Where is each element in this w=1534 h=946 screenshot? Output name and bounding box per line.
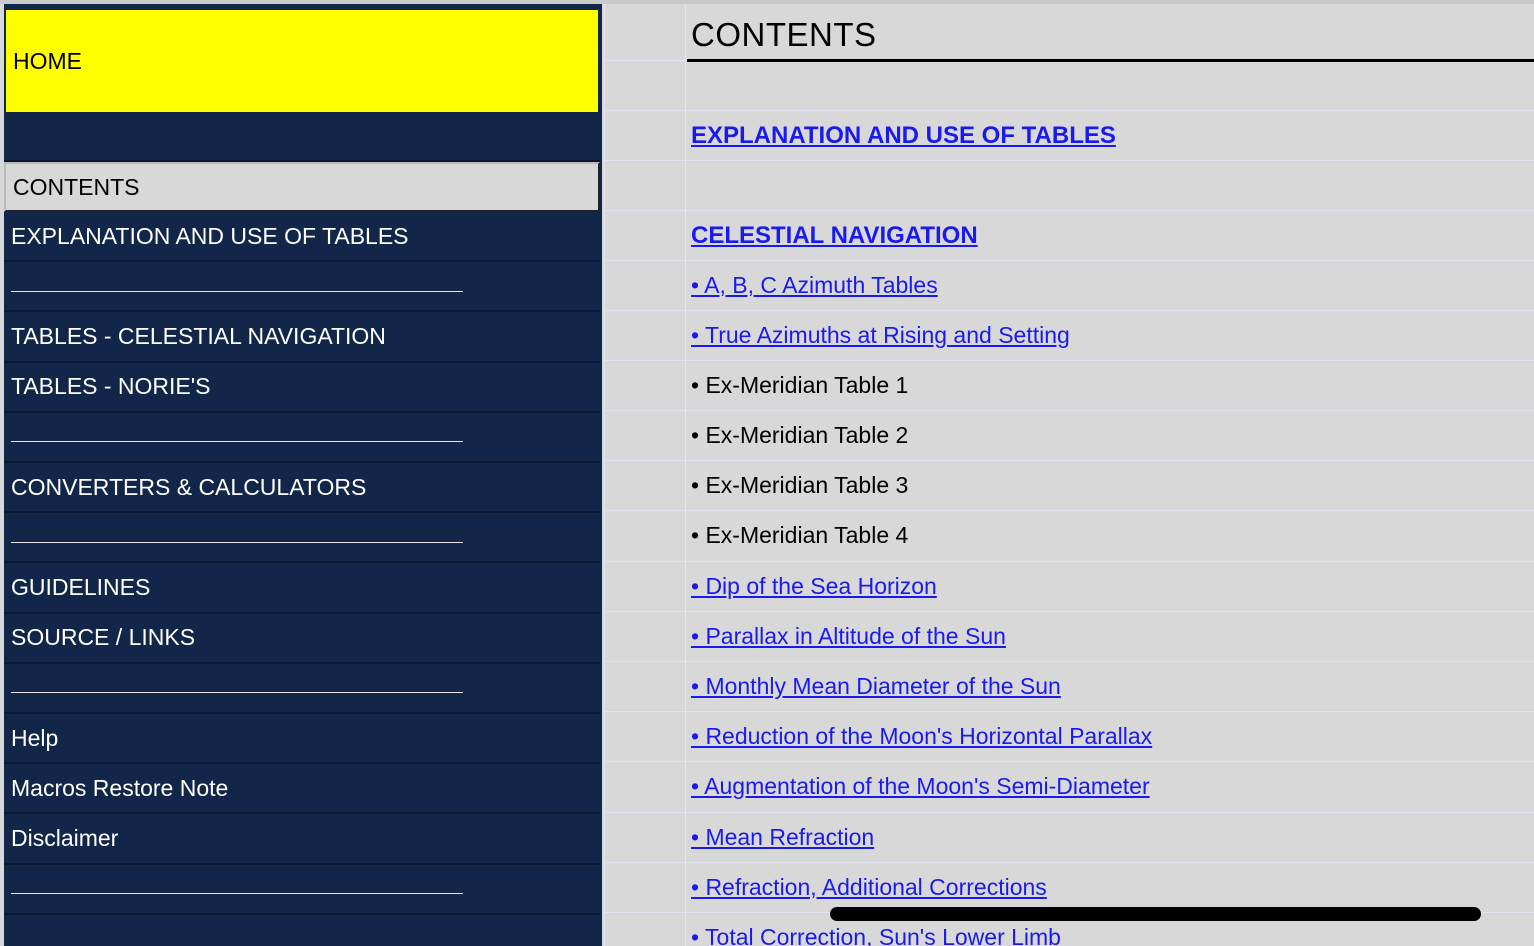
divider-line (11, 441, 463, 443)
content-text-ex-meridian-table-2: • Ex-Meridian Table 2 (691, 422, 909, 448)
grid-column-line (604, 4, 605, 946)
sidebar-item-tables-norie-s[interactable]: TABLES - NORIE'S (4, 363, 600, 413)
grid-row-line (604, 711, 1534, 712)
content-link-mean-refraction[interactable]: • Mean Refraction (691, 826, 874, 849)
grid-row-line (604, 110, 1534, 111)
sidebar-item-label: TABLES - CELESTIAL NAVIGATION (11, 322, 386, 349)
grid-row-line (604, 210, 1534, 211)
divider-line (11, 541, 463, 543)
sidebar-item-explanation-and-use-of-tables[interactable]: EXPLANATION AND USE OF TABLES (4, 212, 600, 263)
divider-line (11, 692, 463, 694)
sidebar-item-tables-celestial-navigation[interactable]: TABLES - CELESTIAL NAVIGATION (4, 312, 600, 363)
sidebar-item-label: Help (11, 724, 59, 751)
sidebar-divider (4, 664, 600, 714)
sidebar-divider (4, 262, 600, 313)
content-text-ex-meridian-table-1: • Ex-Meridian Table 1 (691, 372, 909, 398)
grid-row-line (604, 410, 1534, 411)
grid-row-line (604, 160, 1534, 161)
sidebar-item-label: Macros Restore Note (11, 774, 229, 801)
grid-row-line (604, 360, 1534, 361)
sidebar-item-label: GUIDELINES (11, 573, 151, 600)
content-link-augmentation-of-the-moon-s-semi-diameter[interactable]: • Augmentation of the Moon's Semi-Diamet… (691, 775, 1150, 798)
sidebar-item-source-links[interactable]: SOURCE / LINKS (4, 614, 600, 664)
sidebar-item-guidelines[interactable]: GUIDELINES (4, 563, 600, 614)
divider-line (11, 290, 463, 292)
content-link-reduction-of-the-moon-s-horizontal-parallax[interactable]: • Reduction of the Moon's Horizontal Par… (691, 725, 1152, 748)
sidebar-item-label: Disclaimer (11, 824, 119, 851)
sidebar-item-home[interactable]: HOME (4, 8, 600, 114)
horizontal-scrollbar[interactable] (830, 907, 1481, 921)
divider-line (11, 893, 463, 895)
content-link-dip-of-the-sea-horizon[interactable]: • Dip of the Sea Horizon (691, 575, 937, 598)
sidebar-divider (4, 413, 600, 463)
title-underline (687, 59, 1534, 62)
grid-row-line (604, 460, 1534, 461)
grid-row-line (604, 812, 1534, 813)
content-link-monthly-mean-diameter-of-the-sun[interactable]: • Monthly Mean Diameter of the Sun (691, 675, 1061, 698)
sidebar-item-label: EXPLANATION AND USE OF TABLES (11, 222, 409, 249)
sidebar-blank-row (4, 114, 600, 162)
sidebar-nav: HOME CONTENTS EXPLANATION AND USE OF TAB… (4, 4, 602, 946)
grid-column-line (685, 4, 686, 946)
content-link-true-azimuths-at-rising-and-setting[interactable]: • True Azimuths at Rising and Setting (691, 324, 1070, 347)
sidebar-item-contents[interactable]: CONTENTS (4, 162, 600, 212)
content-link-total-correction-sun-s-lower-limb[interactable]: • Total Correction, Sun's Lower Limb (691, 926, 1061, 946)
grid-row-line (604, 310, 1534, 311)
sidebar-item-disclaimer[interactable]: Disclaimer (4, 814, 600, 865)
grid-row-line (604, 661, 1534, 662)
grid-row-line (604, 510, 1534, 511)
grid-row-line (604, 561, 1534, 562)
grid-row-line (604, 862, 1534, 863)
sidebar-item-converters-calculators[interactable]: CONVERTERS & CALCULATORS (4, 463, 600, 514)
sidebar-item-label: CONVERTERS & CALCULATORS (11, 473, 367, 500)
sidebar-divider (4, 513, 600, 564)
grid-row-line (604, 611, 1534, 612)
sidebar-item-label: SOURCE / LINKS (11, 624, 196, 651)
grid-row-line (604, 761, 1534, 762)
content-link-celestial-navigation[interactable]: CELESTIAL NAVIGATION (691, 224, 978, 248)
sidebar-divider (4, 865, 600, 915)
content-link-explanation-and-use-of-tables[interactable]: EXPLANATION AND USE OF TABLES (691, 124, 1116, 148)
sidebar-item-help[interactable]: Help (4, 714, 600, 765)
sidebar-item-macros-restore-note[interactable]: Macros Restore Note (4, 764, 600, 815)
content-link-refraction-additional-corrections[interactable]: • Refraction, Additional Corrections (691, 876, 1047, 899)
content-link-a-b-c-azimuth-tables[interactable]: • A, B, C Azimuth Tables (691, 274, 938, 297)
content-text-ex-meridian-table-3: • Ex-Meridian Table 3 (691, 472, 909, 498)
content-link-parallax-in-altitude-of-the-sun[interactable]: • Parallax in Altitude of the Sun (691, 625, 1006, 648)
grid-row-line (604, 260, 1534, 261)
sidebar-item-label: CONTENTS (13, 173, 140, 200)
sidebar-item-label: HOME (13, 47, 82, 74)
spreadsheet-window: HOME CONTENTS EXPLANATION AND USE OF TAB… (0, 0, 1534, 946)
page-title: CONTENTS (691, 16, 877, 53)
sidebar-item-label: TABLES - NORIE'S (11, 373, 211, 400)
content-text-ex-meridian-table-4: • Ex-Meridian Table 4 (691, 522, 909, 548)
